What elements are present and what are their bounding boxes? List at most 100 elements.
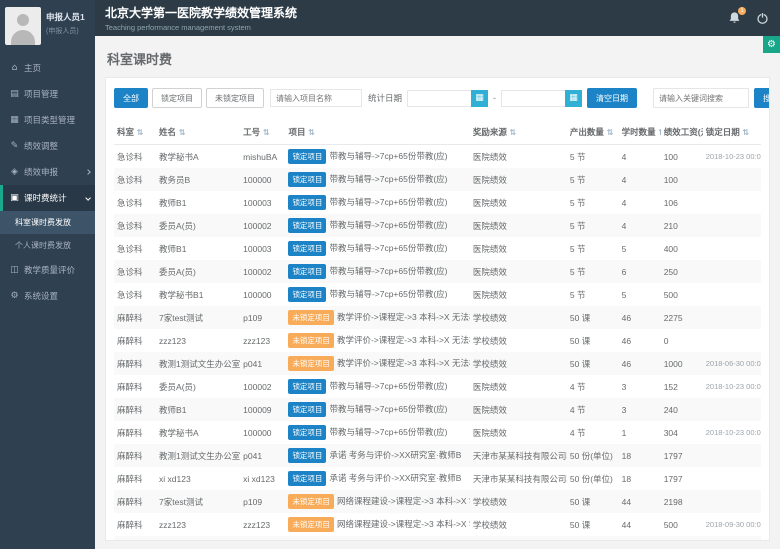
table-row[interactable]: 麻醉科7家test测试p109未锁定项目网络课程建设->课程定->3 本科->X… (114, 490, 761, 513)
cell-pay: 100 (661, 145, 703, 169)
project-name: 教学评价->课程定->3 本科->X 无法核人 (337, 335, 470, 345)
cell-hours-qty: 3 (619, 398, 661, 421)
cell-name: 教学秘书B1 (156, 283, 240, 306)
logout-button[interactable] (754, 10, 770, 26)
cell-employee-id: 100002 (240, 375, 285, 398)
sidebar-item-performance-declare[interactable]: ◈绩效申报 (0, 159, 95, 185)
table-row[interactable]: 急诊科教务员B100000锁定项目带教与辅导->7cp+65份带教(应)医院绩效… (114, 168, 761, 191)
column-header[interactable]: 绩效工资(元) ⇅ (661, 120, 703, 145)
end-date-input[interactable] (501, 90, 565, 107)
sidebar-item-home[interactable]: ⌂主页 (0, 55, 95, 81)
cell-lock-date: 2018-09-30 00:00:00 (703, 513, 761, 536)
calendar-icon[interactable]: ▦ (471, 90, 488, 107)
sidebar-item-label: 主页 (24, 62, 41, 74)
column-header[interactable]: 项目 ⇅ (285, 120, 469, 145)
table-row[interactable]: 麻醉科教学秘书A100000锁定项目带教与辅导->7cp+65份带教(应)医院绩… (114, 421, 761, 444)
cell-pay: 500 (661, 513, 703, 536)
calculator-icon: ▣ (9, 193, 20, 203)
theme-settings-button[interactable]: ⚙ (763, 36, 780, 53)
table-row[interactable]: 麻醉科xi xd123xi xd123锁定项目承诺 考务与评价->XX研究室·教… (114, 467, 761, 490)
column-header[interactable]: 工号 ⇅ (240, 120, 285, 145)
sidebar-menu: ⌂主页▤项目管理▦项目类型管理✎绩效调整◈绩效申报▣课时费统计科室课时费发放个人… (0, 55, 95, 309)
avatar (5, 7, 41, 45)
sidebar-subitem-dept-class-fee[interactable]: 科室课时费发放 (0, 211, 95, 234)
column-header[interactable]: 奖励来源 ⇅ (470, 120, 567, 145)
cell-employee-id: zzz123 (240, 329, 285, 352)
cell-source: 医院绩效 (470, 214, 567, 237)
cell-source: 医院绩效 (470, 375, 567, 398)
power-icon (756, 11, 769, 25)
cell-output-qty: 4 节 (567, 398, 619, 421)
filter-button-locked[interactable]: 锁定项目 (152, 88, 202, 108)
table-row[interactable]: 麻醉科zzz123zzz123未锁定项目网络课程建设->课程定->3 本科->X… (114, 513, 761, 536)
column-label: 工号 (243, 127, 260, 137)
table-row[interactable]: 麻醉科教测1测试文生办公室Ap041未锁定项目教学评价->课程定->3 本科->… (114, 352, 761, 375)
cell-name: 教学秘书A (156, 421, 240, 444)
table-row[interactable]: 急诊科教师B1100003锁定项目带教与辅导->7cp+65份带教(应)医院绩效… (114, 191, 761, 214)
notification-count-badge: 1 (738, 7, 746, 15)
table-row[interactable]: 麻醉科教测1测试文生办公室Ap041锁定项目承诺 考务与评价->XX研究室·教师… (114, 444, 761, 467)
column-header[interactable]: 姓名 ⇅ (156, 120, 240, 145)
filter-button-unlocked[interactable]: 未锁定项目 (206, 88, 264, 108)
cell-source: 天津市某某科技有限公司项目 (470, 444, 567, 467)
table-row[interactable]: 急诊科委员A(员)100002锁定项目带教与辅导->7cp+65份带教(应)医院… (114, 260, 761, 283)
cell-output-qty: 50 课 (567, 306, 619, 329)
cell-project: 未锁定项目网络课程建设->课程定->3 本科->X 学员 (285, 490, 469, 513)
cell-output-qty: 4 节 (567, 375, 619, 398)
tags-icon: ▦ (9, 115, 20, 125)
table-row[interactable]: 麻醉科教测1测试文生办公室Ap041未锁定项目网络课程建设->课程定->3 本科… (114, 536, 761, 541)
cell-source: 医院绩效 (470, 421, 567, 444)
cell-output-qty: 50 课 (567, 329, 619, 352)
cell-output-qty: 50 课 (567, 352, 619, 375)
sidebar-item-project-type-management[interactable]: ▦项目类型管理 (0, 107, 95, 133)
search-button[interactable]: 搜索 (754, 88, 770, 108)
table-row[interactable]: 麻醉科zzz123zzz123未锁定项目教学评价->课程定->3 本科->X 无… (114, 329, 761, 352)
search-input[interactable] (653, 88, 749, 108)
cell-lock-date (703, 237, 761, 260)
table-row[interactable]: 麻醉科教师B1100009锁定项目带教与辅导->7cp+65份带教(应)医院绩效… (114, 398, 761, 421)
cell-dept: 急诊科 (114, 237, 156, 260)
start-date-input[interactable] (407, 90, 471, 107)
cell-name: 教师B1 (156, 237, 240, 260)
clear-date-button[interactable]: 清空日期 (587, 88, 637, 108)
table-row[interactable]: 急诊科教师B1100003锁定项目带教与辅导->7cp+65份带教(应)医院绩效… (114, 237, 761, 260)
user-profile[interactable]: 申报人员1 (申报人员) (0, 0, 95, 55)
project-name-input[interactable] (270, 89, 362, 107)
column-header[interactable]: 产出数量 ⇅ (567, 120, 619, 145)
cell-lock-date (703, 214, 761, 237)
cell-lock-date (703, 490, 761, 513)
project-name: 带教与辅导->7cp+65份带教(应) (329, 266, 447, 276)
cell-output-qty: 5 节 (567, 214, 619, 237)
sidebar-subitem-personal-class-fee[interactable]: 个人课时费发放 (0, 234, 95, 257)
filter-button-all[interactable]: 全部 (114, 88, 148, 108)
cell-lock-date (703, 398, 761, 421)
sidebar-item-class-fee-statistics[interactable]: ▣课时费统计 (0, 185, 95, 211)
sidebar-item-system-settings[interactable]: ⚙系统设置 (0, 283, 95, 309)
table-row[interactable]: 急诊科教学秘书AmishuBA锁定项目带教与辅导->7cp+65份带教(应)医院… (114, 145, 761, 169)
project-status-badge: 锁定项目 (288, 172, 326, 187)
table-row[interactable]: 麻醉科委员A(员)100002锁定项目带教与辅导->7cp+65份带教(应)医院… (114, 375, 761, 398)
sidebar-item-project-management[interactable]: ▤项目管理 (0, 81, 95, 107)
calendar-icon[interactable]: ▦ (565, 90, 582, 107)
table-row[interactable]: 急诊科教学秘书B1100000锁定项目带教与辅导->7cp+65份带教(应)医院… (114, 283, 761, 306)
column-header[interactable]: 科室 ⇅ (114, 120, 156, 145)
table-row[interactable]: 麻醉科7家test测试p109未锁定项目教学评价->课程定->3 本科->X 无… (114, 306, 761, 329)
project-name: 网络课程建设->课程定->3 本科->X 学员 (337, 496, 470, 506)
column-label: 学时数量 (622, 127, 656, 137)
notifications-button[interactable]: 1 (726, 10, 742, 26)
start-date-wrap: ▦ (407, 90, 488, 107)
sidebar-item-performance-adjust[interactable]: ✎绩效调整 (0, 133, 95, 159)
cell-pay: 304 (661, 421, 703, 444)
cell-output-qty: 5 节 (567, 191, 619, 214)
sidebar-item-teaching-quality[interactable]: ◫教学质量评价 (0, 257, 95, 283)
cell-employee-id: 100003 (240, 237, 285, 260)
filter-buttons: 全部锁定项目未锁定项目 (114, 88, 264, 108)
cell-name: 教务员B (156, 168, 240, 191)
column-header[interactable]: 锁定日期 ⇅ (703, 120, 761, 145)
table-row[interactable]: 急诊科委员A(员)100002锁定项目带教与辅导->7cp+65份带教(应)医院… (114, 214, 761, 237)
project-status-badge: 锁定项目 (288, 379, 326, 394)
cell-output-qty: 50 份(单位) (567, 467, 619, 490)
cell-lock-date: 2018-06-30 00:00:00 (703, 352, 761, 375)
column-header[interactable]: 学时数量 ⇅ (619, 120, 661, 145)
cell-dept: 麻醉科 (114, 306, 156, 329)
